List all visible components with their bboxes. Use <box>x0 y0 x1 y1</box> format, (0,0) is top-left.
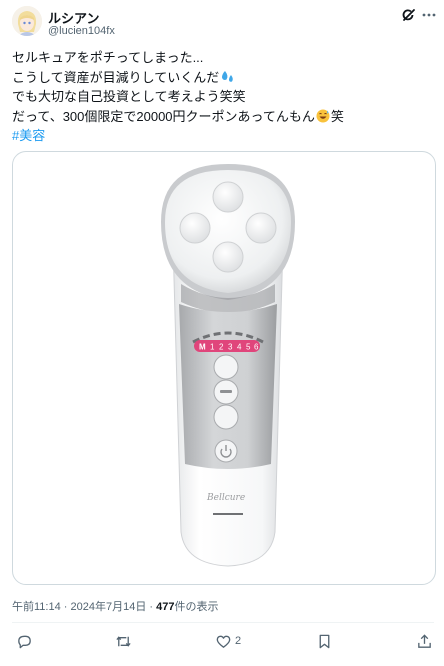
tweet-line-text: だって、300個限定で20000円クーポンあってんもん <box>12 108 315 124</box>
view-count: 477 <box>156 601 175 613</box>
meta-separator: · <box>63 601 68 613</box>
retweet-button[interactable] <box>115 630 132 652</box>
mode-number: 6 <box>254 343 259 352</box>
retweet-icon <box>116 635 131 647</box>
tweet-line: セルキュアをポチってしまった... <box>12 50 204 65</box>
like-count: 2 <box>235 635 242 647</box>
product-photo: M 1 2 3 4 5 6 Bellcure <box>161 164 295 567</box>
hashtag-link[interactable]: #美容 <box>12 126 432 146</box>
sweat-droplets-emoji <box>222 70 234 82</box>
tweet-line-text: こうして資産が目減りしていくんだ <box>12 69 220 85</box>
reply-icon <box>18 635 31 648</box>
user-handle[interactable]: @lucien104fx <box>48 25 115 37</box>
like-button[interactable]: 2 <box>215 630 241 652</box>
mode-number: 3 <box>228 343 233 352</box>
share-icon <box>418 633 431 648</box>
mode-number: 4 <box>237 343 242 352</box>
tweet-media[interactable]: M 1 2 3 4 5 6 Bellcure <box>12 151 436 585</box>
avatar-image <box>12 6 42 36</box>
mode-number: 5 <box>246 343 251 352</box>
tweet-meta: 午前11:14 · 2024年7月14日 · 477件の表示 <box>12 598 219 614</box>
avatar[interactable] <box>12 6 42 36</box>
bookmark-icon <box>319 634 330 648</box>
tweet-line: こうして資産が目減りしていくんだ <box>12 68 432 88</box>
like-icon <box>216 635 231 648</box>
divider <box>12 622 434 623</box>
meta-separator: · <box>149 601 154 613</box>
device-brand: Bellcure <box>206 493 245 503</box>
grok-icon[interactable] <box>400 6 418 24</box>
view-suffix: 件の表示 <box>174 601 219 613</box>
mode-number: 2 <box>219 343 224 352</box>
mode-letter: M <box>199 343 206 352</box>
tweet-line: でも大切な自己投資として考えよう笑笑 <box>12 89 246 104</box>
reply-button[interactable] <box>16 630 33 652</box>
tweet-time[interactable]: 午前11:14 <box>12 601 61 613</box>
tweet-text: セルキュアをポチってしまった... こうして資産が目減りしていくんだ でも大切な… <box>12 48 432 146</box>
tweet-date[interactable]: 2024年7月14日 <box>71 601 147 613</box>
tweet-line: だって、300個限定で20000円クーポンあってんもん 笑 <box>12 107 432 127</box>
share-button[interactable] <box>416 630 433 652</box>
action-bar: 2 <box>0 630 444 654</box>
more-icon[interactable] <box>420 6 438 24</box>
grinning-sweat-emoji <box>316 109 330 122</box>
tweet-line-text: 笑 <box>330 108 344 124</box>
bookmark-button[interactable] <box>316 630 333 652</box>
mode-number: 1 <box>210 343 215 352</box>
